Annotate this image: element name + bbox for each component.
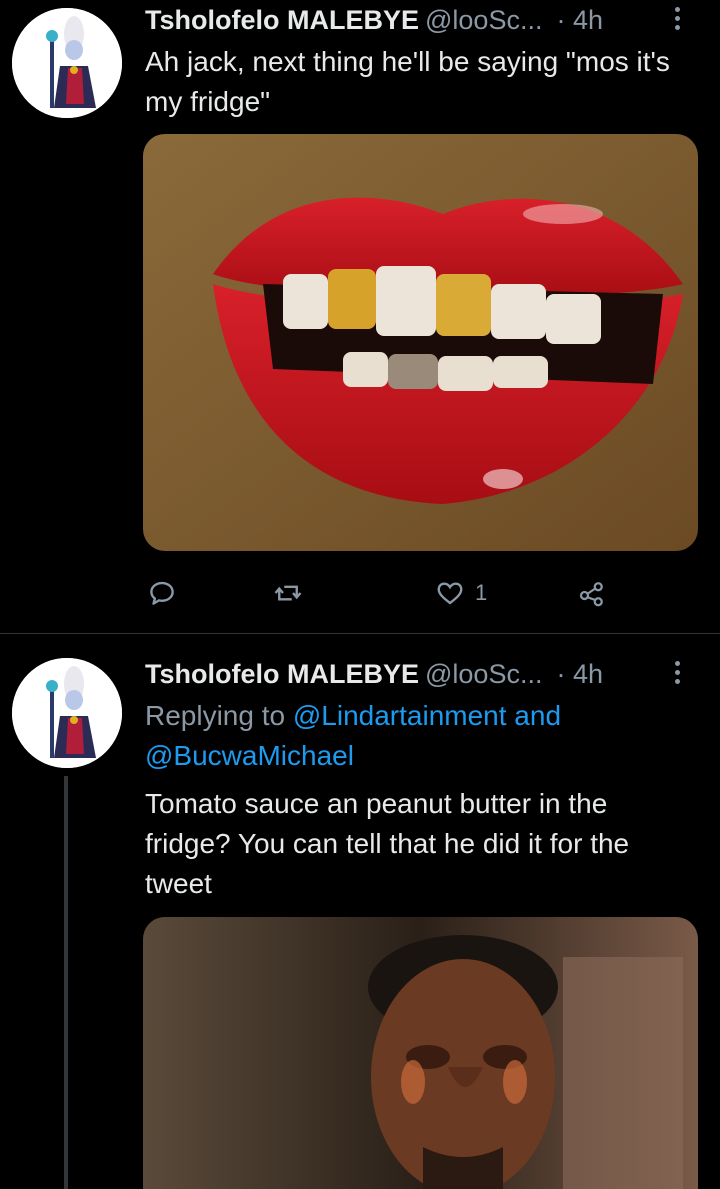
more-icon[interactable]: [662, 4, 692, 36]
replying-prefix: Replying to: [145, 700, 293, 731]
replying-and: and: [506, 700, 562, 731]
tweet-text: Ah jack, next thing he'll be saying "mos…: [145, 46, 670, 117]
retweet-button[interactable]: [273, 573, 303, 613]
mention-link[interactable]: @Lindartainment: [293, 700, 507, 731]
tweet-header: Tsholofelo MALEBYE @looSc... · 4h: [145, 654, 692, 694]
tweet-image[interactable]: [143, 134, 698, 551]
mention-link[interactable]: @BucwaMichael: [145, 740, 354, 771]
reply-icon: [150, 581, 174, 605]
author-name[interactable]: Tsholofelo MALEBYE: [145, 659, 419, 690]
tweet-text: Tomato sauce an peanut butter in the fri…: [145, 788, 630, 899]
avatar-image: [12, 8, 122, 118]
crying-man-photo: [143, 917, 698, 1189]
thread-line: [64, 776, 68, 1189]
author-handle[interactable]: @looSc...: [425, 5, 542, 36]
tweet-actions: 1: [145, 573, 625, 613]
avatar[interactable]: [12, 8, 122, 118]
retweet-icon: [274, 585, 302, 601]
tweet[interactable]: Tsholofelo MALEBYE @looSc... · 4h Replyi…: [0, 633, 720, 1189]
reply-button[interactable]: [147, 573, 177, 613]
tweet-header: Tsholofelo MALEBYE @looSc... · 4h: [145, 0, 692, 40]
timestamp[interactable]: · 4h: [556, 5, 603, 36]
avatar-image: [12, 658, 122, 768]
tweet-image[interactable]: [143, 917, 698, 1189]
share-button[interactable]: [577, 573, 607, 613]
author-name[interactable]: Tsholofelo MALEBYE: [145, 5, 419, 36]
replying-to: Replying to @Lindartainment and @BucwaMi…: [145, 696, 696, 776]
timestamp[interactable]: · 4h: [556, 659, 603, 690]
like-button[interactable]: 1: [435, 573, 487, 613]
author-handle[interactable]: @looSc...: [425, 659, 542, 690]
avatar[interactable]: [12, 658, 122, 768]
heart-icon: [437, 582, 463, 605]
tweet[interactable]: Tsholofelo MALEBYE @looSc... · 4h Ah jac…: [0, 0, 720, 633]
lips-photo: [143, 134, 698, 551]
share-icon: [579, 582, 603, 607]
more-icon[interactable]: [662, 658, 692, 690]
like-count: 1: [475, 580, 488, 605]
